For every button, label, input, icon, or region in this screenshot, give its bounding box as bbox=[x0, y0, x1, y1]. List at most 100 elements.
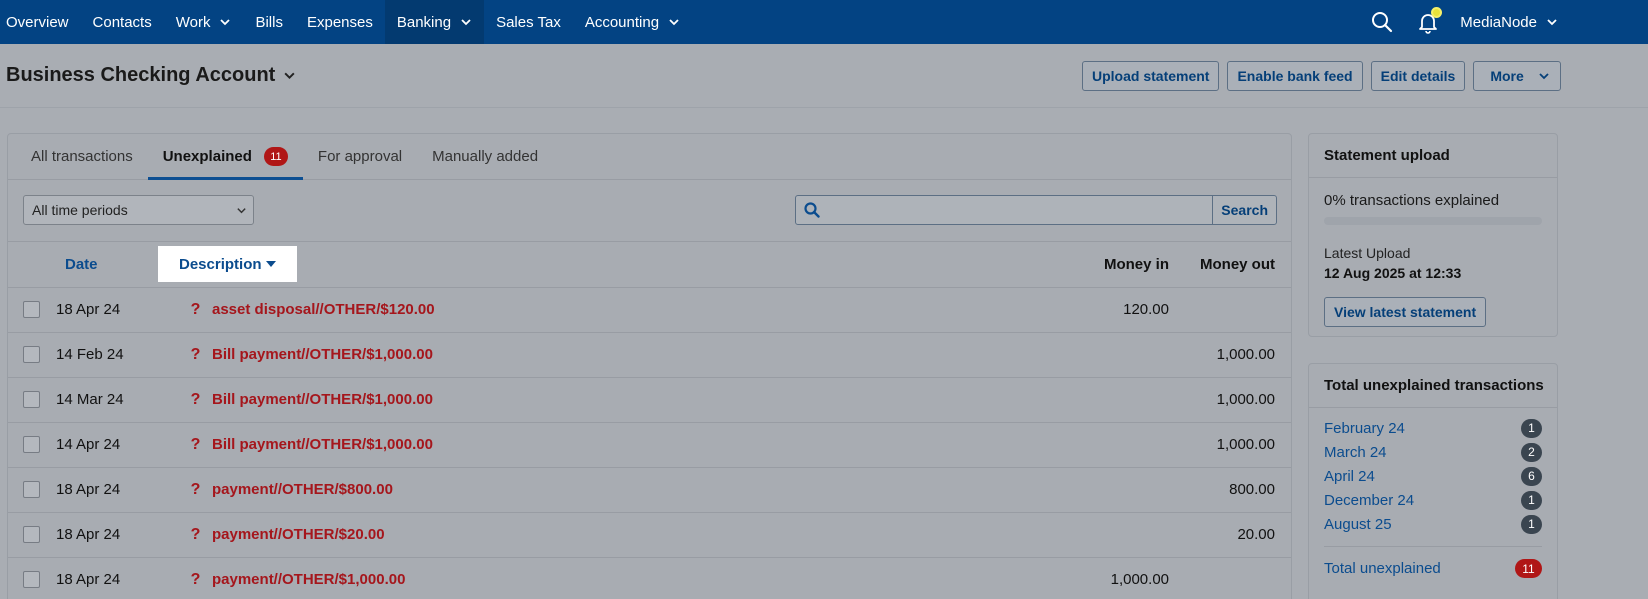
month-row[interactable]: August 25 1 bbox=[1324, 512, 1542, 536]
month-link[interactable]: December 24 bbox=[1324, 492, 1414, 509]
row-checkbox[interactable] bbox=[23, 346, 40, 364]
month-link[interactable]: August 25 bbox=[1324, 516, 1392, 533]
filter-bar: All time periods Search bbox=[8, 180, 1291, 242]
row-description-cell: Bill payment//OTHER/$1,000.00 bbox=[212, 377, 992, 423]
row-description-link[interactable]: asset disposal//OTHER/$120.00 bbox=[212, 301, 435, 318]
unexplained-summary-title: Total unexplained transactions bbox=[1309, 364, 1557, 408]
org-switcher[interactable]: MediaNode bbox=[1460, 14, 1558, 31]
nav-item-label: Expenses bbox=[306, 13, 373, 31]
bell-icon[interactable] bbox=[1416, 7, 1443, 34]
edit-details-button[interactable]: Edit details bbox=[1370, 61, 1466, 91]
tab-label: For approval bbox=[317, 148, 403, 165]
tab-for-approval[interactable]: For approval bbox=[303, 134, 417, 179]
period-select[interactable]: All time periods bbox=[23, 195, 254, 225]
table-row[interactable]: 14 Mar 24? Bill payment//OTHER/$1,000.00 1… bbox=[8, 377, 1291, 423]
search-button[interactable]: Search bbox=[1212, 196, 1276, 224]
row-status-cell: ? bbox=[179, 377, 212, 423]
row-description-cell: Bill payment//OTHER/$1,000.00 bbox=[212, 422, 992, 468]
table-row[interactable]: 18 Apr 24? asset disposal//OTHER/$120.00 1… bbox=[8, 287, 1291, 333]
nav-items: Overview Contacts Work Bills Expenses Banking… bbox=[0, 0, 692, 44]
tab-label: Manually added bbox=[432, 148, 539, 165]
nav-right: MediaNode bbox=[1370, 0, 1648, 44]
row-money-in bbox=[992, 422, 1169, 468]
row-select-cell bbox=[8, 512, 56, 558]
row-money-in: 120.00 bbox=[992, 287, 1169, 333]
row-date: 18 Apr 24 bbox=[56, 512, 179, 558]
description-sort-button[interactable]: Description bbox=[158, 246, 297, 283]
row-description-cell: payment//OTHER/$1,000.00 bbox=[212, 557, 992, 599]
month-row[interactable]: February 24 1 bbox=[1324, 416, 1542, 440]
chevron-down-icon bbox=[1547, 19, 1557, 26]
row-description-link[interactable]: payment//OTHER/$20.00 bbox=[212, 526, 385, 543]
nav-item-accounting[interactable]: Accounting bbox=[573, 0, 692, 44]
select-column-header bbox=[8, 242, 56, 288]
month-link[interactable]: April 24 bbox=[1324, 468, 1375, 485]
nav-item-contacts[interactable]: Contacts bbox=[81, 0, 164, 44]
nav-item-overview[interactable]: Overview bbox=[0, 0, 81, 44]
more-button[interactable]: More bbox=[1473, 61, 1561, 91]
table-header-row: Date Description Money in Money out bbox=[8, 242, 1291, 288]
tab-unexplained[interactable]: Unexplained 11 bbox=[147, 134, 304, 180]
search-input[interactable] bbox=[828, 196, 1213, 224]
enable-bank-feed-button[interactable]: Enable bank feed bbox=[1227, 61, 1363, 91]
table-row[interactable]: 18 Apr 24? payment//OTHER/$20.00 20.00 bbox=[8, 512, 1291, 558]
nav-item-sales-tax[interactable]: Sales Tax bbox=[484, 0, 573, 44]
row-money-out: 1,000.00 bbox=[1169, 377, 1291, 423]
month-link[interactable]: March 24 bbox=[1324, 444, 1387, 461]
unexplained-count-badge: 11 bbox=[263, 147, 288, 166]
tab-all-transactions[interactable]: All transactions bbox=[16, 134, 148, 179]
row-description-link[interactable]: Bill payment//OTHER/$1,000.00 bbox=[212, 391, 433, 408]
table-row[interactable]: 14 Apr 24? Bill payment//OTHER/$1,000.00 1… bbox=[8, 422, 1291, 468]
row-description-link[interactable]: payment//OTHER/$1,000.00 bbox=[212, 571, 405, 588]
view-latest-statement-button[interactable]: View latest statement bbox=[1324, 297, 1487, 327]
unexplained-icon: ? bbox=[190, 435, 201, 453]
month-row[interactable]: March 24 2 bbox=[1324, 440, 1542, 464]
total-unexplained-row[interactable]: Total unexplained 11 bbox=[1324, 546, 1542, 578]
nav-item-work[interactable]: Work bbox=[164, 0, 244, 44]
header-actions: Upload statement Enable bank feed Edit d… bbox=[1082, 61, 1561, 91]
latest-upload-value: 12 Aug 2025 at 12:33 bbox=[1324, 265, 1462, 281]
row-money-out: 1,000.00 bbox=[1169, 422, 1291, 468]
table-row[interactable]: 18 Apr 24? payment//OTHER/$1,000.00 1,000.… bbox=[8, 557, 1291, 599]
chevron-down-icon bbox=[461, 19, 471, 26]
upload-statement-button[interactable]: Upload statement bbox=[1082, 61, 1220, 91]
table-row[interactable]: 14 Feb 24? Bill payment//OTHER/$1,000.00 1… bbox=[8, 332, 1291, 378]
nav-item-label: Contacts bbox=[92, 13, 152, 31]
chevron-down-icon bbox=[220, 19, 231, 26]
month-row[interactable]: April 24 6 bbox=[1324, 464, 1542, 488]
row-checkbox[interactable] bbox=[23, 391, 40, 409]
top-navigation: Overview Contacts Work Bills Expenses Banking… bbox=[0, 0, 1648, 44]
row-description-link[interactable]: Bill payment//OTHER/$1,000.00 bbox=[212, 346, 433, 363]
nav-item-label: Work bbox=[175, 13, 211, 31]
row-description-link[interactable]: payment//OTHER/$800.00 bbox=[212, 481, 393, 498]
row-date: 14 Feb 24 bbox=[56, 332, 179, 378]
month-row[interactable]: December 24 1 bbox=[1324, 488, 1542, 512]
transaction-tabs: All transactions Unexplained 11 For approva… bbox=[8, 134, 1291, 180]
row-checkbox[interactable] bbox=[23, 436, 40, 454]
unexplained-icon: ? bbox=[190, 345, 201, 363]
account-title[interactable]: Business Checking Account bbox=[6, 64, 296, 87]
explained-percentage: 0% transactions explained bbox=[1324, 192, 1500, 209]
row-checkbox[interactable] bbox=[23, 571, 40, 589]
row-description-link[interactable]: Bill payment//OTHER/$1,000.00 bbox=[212, 436, 433, 453]
row-checkbox[interactable] bbox=[23, 481, 40, 499]
unexplained-icon: ? bbox=[190, 570, 201, 588]
row-checkbox[interactable] bbox=[23, 526, 40, 544]
row-money-out: 1,000.00 bbox=[1169, 332, 1291, 378]
statement-upload-card: Statement upload 0% transactions explain… bbox=[1308, 133, 1558, 337]
row-money-out bbox=[1169, 287, 1291, 333]
table-row[interactable]: 18 Apr 24? payment//OTHER/$800.00 800.00 bbox=[8, 467, 1291, 513]
search-icon[interactable] bbox=[1370, 10, 1394, 34]
month-count-badge: 1 bbox=[1521, 514, 1542, 534]
month-count-badge: 1 bbox=[1521, 418, 1542, 438]
total-unexplained-label: Total unexplained bbox=[1324, 560, 1441, 577]
nav-item-bills[interactable]: Bills bbox=[243, 0, 295, 44]
nav-item-banking[interactable]: Banking bbox=[384, 0, 485, 44]
row-checkbox[interactable] bbox=[23, 301, 40, 319]
month-link[interactable]: February 24 bbox=[1324, 420, 1405, 437]
tab-manually-added[interactable]: Manually added bbox=[417, 134, 553, 179]
nav-item-expenses[interactable]: Expenses bbox=[295, 0, 385, 44]
row-date: 18 Apr 24 bbox=[56, 287, 179, 333]
row-status-cell: ? bbox=[179, 287, 212, 333]
row-money-in bbox=[992, 512, 1169, 558]
